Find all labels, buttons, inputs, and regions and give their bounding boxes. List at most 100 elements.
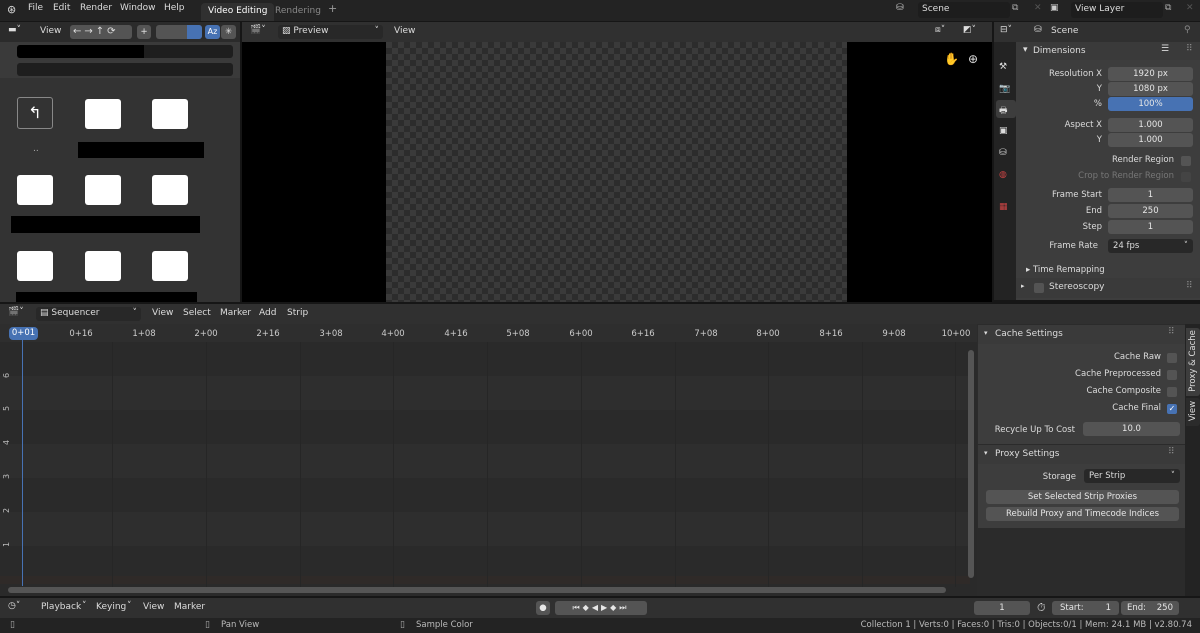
folder-icon[interactable] bbox=[152, 99, 188, 129]
editor-type-icon[interactable]: 🎬˅ bbox=[250, 25, 266, 35]
set-selected-strip-proxies-button[interactable]: Set Selected Strip Proxies bbox=[986, 490, 1179, 504]
add-workspace-button[interactable]: + bbox=[328, 2, 337, 15]
drag-handle-icon[interactable]: ⠿ bbox=[1168, 447, 1175, 457]
tab-view[interactable]: View bbox=[1186, 398, 1200, 426]
view-layer-tab-icon[interactable]: ▣ bbox=[999, 126, 1008, 136]
folder-icon[interactable] bbox=[85, 251, 121, 281]
stopwatch-icon[interactable]: ⏱ bbox=[1037, 601, 1046, 615]
crop-region-checkbox[interactable] bbox=[1181, 172, 1191, 182]
record-button[interactable]: ● bbox=[536, 601, 550, 615]
sort-alpha-icon[interactable]: Az bbox=[205, 25, 220, 39]
menu-marker[interactable]: Marker bbox=[174, 602, 205, 612]
display-channels-icon[interactable]: ◩˅ bbox=[963, 25, 976, 35]
close-scene-icon[interactable]: ✕ bbox=[1034, 3, 1042, 13]
menu-file[interactable]: File bbox=[28, 3, 43, 13]
vertical-scrollbar[interactable] bbox=[968, 350, 974, 578]
cache-settings-header[interactable]: ▾ Cache Settings ⠿ bbox=[978, 325, 1185, 344]
menu-view[interactable]: View bbox=[143, 602, 164, 612]
resolution-x-field[interactable]: 1920 px bbox=[1108, 67, 1193, 81]
render-region-checkbox[interactable] bbox=[1181, 156, 1191, 166]
cache-composite-checkbox[interactable] bbox=[1167, 387, 1177, 397]
filter-icon[interactable]: ✳ bbox=[221, 25, 236, 39]
presets-icon[interactable]: ☰ bbox=[1161, 44, 1169, 54]
world-tab-icon[interactable]: ◍ bbox=[999, 170, 1007, 180]
aspect-x-field[interactable]: 1.000 bbox=[1108, 118, 1193, 132]
tab-proxy-cache[interactable]: Proxy & Cache bbox=[1186, 328, 1200, 396]
playback-controls[interactable]: ⏮◆◀▶◆⏭ bbox=[555, 601, 647, 615]
editor-type-icon[interactable]: ◷˅ bbox=[8, 601, 20, 611]
storage-dropdown[interactable]: Per Strip ˅ bbox=[1084, 469, 1180, 483]
rebuild-proxy-button[interactable]: Rebuild Proxy and Timecode Indices bbox=[986, 507, 1179, 521]
folder-icon[interactable] bbox=[85, 99, 121, 129]
frame-step-field[interactable]: 1 bbox=[1108, 220, 1193, 234]
blender-logo-icon[interactable]: ⊛ bbox=[7, 3, 16, 16]
view-layer-selector[interactable]: View Layer bbox=[1071, 2, 1163, 18]
view-menu[interactable]: View bbox=[40, 26, 61, 36]
folder-icon[interactable] bbox=[85, 175, 121, 205]
thumbnail-mode-icon[interactable] bbox=[187, 25, 202, 39]
resolution-y-field[interactable]: 1080 px bbox=[1108, 82, 1193, 96]
directory-path-input[interactable] bbox=[17, 45, 233, 58]
editor-type-icon[interactable]: ▬˅ bbox=[8, 25, 21, 35]
display-mode-buttons[interactable] bbox=[156, 25, 202, 39]
pan-hand-icon[interactable]: ✋ bbox=[944, 52, 959, 66]
texture-tab-icon[interactable]: ▦ bbox=[999, 202, 1008, 212]
recycle-up-to-cost-field[interactable]: 10.0 bbox=[1083, 422, 1180, 436]
frame-end-field[interactable]: 250 bbox=[1108, 204, 1193, 218]
folder-icon[interactable] bbox=[17, 175, 53, 205]
time-remapping-subpanel[interactable]: ▸ Time Remapping bbox=[1026, 265, 1105, 275]
proxy-settings-header[interactable]: ▾ Proxy Settings ⠿ bbox=[978, 445, 1185, 464]
folder-icon[interactable] bbox=[152, 175, 188, 205]
tab-video-editing[interactable]: Video Editing bbox=[201, 3, 275, 21]
sequencer-mode-dropdown[interactable]: ▤ Sequencer ˅ bbox=[36, 307, 141, 321]
menu-render[interactable]: Render bbox=[80, 3, 112, 13]
menu-help[interactable]: Help bbox=[164, 3, 185, 13]
end-frame-field[interactable]: End: 250 bbox=[1121, 601, 1179, 615]
menu-view[interactable]: View bbox=[152, 308, 173, 318]
stereoscopy-checkbox[interactable] bbox=[1034, 283, 1044, 293]
cache-raw-checkbox[interactable] bbox=[1167, 353, 1177, 363]
scene-selector[interactable]: Scene bbox=[918, 2, 1010, 18]
cache-preprocessed-checkbox[interactable] bbox=[1167, 370, 1177, 380]
folder-icon[interactable] bbox=[17, 251, 53, 281]
navigation-buttons[interactable]: ←→↑⟳ bbox=[70, 25, 132, 39]
playhead[interactable] bbox=[22, 338, 23, 586]
editor-type-icon[interactable]: 🎬˅ bbox=[8, 307, 24, 317]
tool-tab-icon[interactable]: ⚒ bbox=[999, 62, 1007, 72]
sequencer-timeline[interactable] bbox=[0, 324, 977, 596]
menu-add[interactable]: Add bbox=[259, 308, 276, 318]
view-menu[interactable]: View bbox=[394, 26, 415, 36]
frame-start-field[interactable]: 1 bbox=[1108, 188, 1193, 202]
current-frame-field[interactable]: 1 bbox=[974, 601, 1030, 615]
duplicate-view-layer-icon[interactable]: ⧉ bbox=[1165, 3, 1171, 13]
render-tab-icon[interactable]: 📷 bbox=[999, 84, 1010, 94]
start-frame-field[interactable]: Start: 1 bbox=[1052, 601, 1119, 615]
menu-strip[interactable]: Strip bbox=[287, 308, 308, 318]
drag-handle-icon[interactable]: ⠿ bbox=[1186, 44, 1193, 54]
output-tab-icon[interactable]: 🖶 bbox=[996, 100, 1016, 118]
cache-final-checkbox[interactable]: ✓ bbox=[1167, 404, 1177, 414]
editor-type-icon[interactable]: ⊟˅ bbox=[1000, 25, 1012, 35]
dimensions-panel-header[interactable]: ▾ Dimensions ☰ ⠿ bbox=[1016, 42, 1200, 60]
resolution-percent-slider[interactable]: 100% bbox=[1108, 97, 1193, 111]
duplicate-scene-icon[interactable]: ⧉ bbox=[1012, 3, 1018, 13]
horizontal-scrollbar[interactable] bbox=[8, 587, 946, 593]
view-layer-icon[interactable]: ▣ bbox=[1050, 3, 1059, 13]
new-folder-icon[interactable]: + bbox=[137, 25, 151, 39]
menu-keying[interactable]: Keying bbox=[96, 602, 126, 612]
menu-window[interactable]: Window bbox=[120, 3, 156, 13]
view-type-dropdown[interactable]: ▨ Preview ˅ bbox=[278, 25, 383, 39]
tab-rendering[interactable]: Rendering bbox=[268, 3, 328, 21]
menu-select[interactable]: Select bbox=[183, 308, 211, 318]
stereoscopy-panel-header[interactable]: ▸ Stereoscopy ⠿ bbox=[1016, 278, 1200, 298]
scene-tab-icon[interactable]: ⛁ bbox=[999, 148, 1007, 158]
menu-marker[interactable]: Marker bbox=[220, 308, 251, 318]
pin-icon[interactable]: ⚲ bbox=[1184, 25, 1191, 35]
zoom-icon[interactable]: ⊕ bbox=[968, 52, 978, 66]
folder-icon[interactable] bbox=[152, 251, 188, 281]
aspect-y-field[interactable]: 1.000 bbox=[1108, 133, 1193, 147]
menu-edit[interactable]: Edit bbox=[53, 3, 70, 13]
parent-folder-icon[interactable]: ↰ bbox=[17, 97, 53, 129]
menu-playback[interactable]: Playback bbox=[41, 602, 81, 612]
preview-canvas[interactable] bbox=[386, 42, 847, 302]
